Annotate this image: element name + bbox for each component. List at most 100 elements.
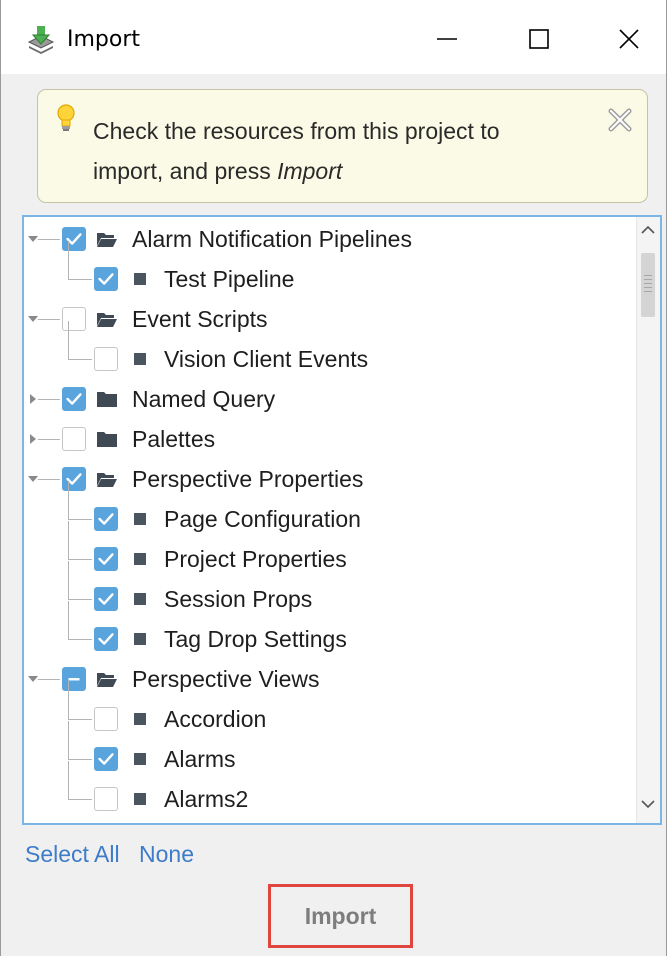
- tree-resource-row[interactable]: Test Pipeline: [24, 241, 636, 299]
- tree-guide-line: [68, 279, 92, 280]
- tree-guide-line: [68, 799, 92, 800]
- select-all-link[interactable]: Select All: [25, 839, 120, 869]
- thumb-grip: [644, 275, 652, 276]
- tree-guide-line: [38, 439, 60, 440]
- expanded-arrow-icon[interactable]: [26, 672, 40, 686]
- collapsed-arrow-icon[interactable]: [26, 432, 40, 446]
- checkbox[interactable]: [94, 347, 118, 371]
- tree-item-label: Named Query: [132, 386, 276, 412]
- lightbulb-icon: [57, 104, 75, 131]
- folder-open-icon: [97, 673, 117, 687]
- tree-category-row[interactable]: Alarm Notification Pipelines: [24, 219, 636, 259]
- resource-icon: [134, 593, 146, 605]
- tree-resource-row[interactable]: Tag Drop Settings: [24, 601, 636, 659]
- folder-open-icon: [97, 473, 117, 487]
- tree-guide-line: [68, 321, 69, 359]
- expanded-arrow-icon[interactable]: [26, 232, 40, 246]
- minimize-icon: [437, 38, 457, 40]
- tree-item-label: Palettes: [132, 426, 216, 452]
- tree-item-label: Alarms: [164, 746, 236, 772]
- tree-guide-line: [68, 761, 69, 799]
- tree-guide-line: [38, 479, 60, 480]
- checkbox[interactable]: [94, 747, 118, 771]
- minimize-button[interactable]: [417, 14, 477, 64]
- folder-open-icon: [97, 233, 117, 247]
- tree-guide-line: [68, 241, 69, 279]
- tree-category-row[interactable]: Perspective Properties: [24, 459, 636, 499]
- checkbox[interactable]: [62, 427, 86, 451]
- thumb-grip: [644, 287, 652, 288]
- checkbox[interactable]: [94, 507, 118, 531]
- checkbox[interactable]: [62, 387, 86, 411]
- title-bar[interactable]: Import: [1, 0, 666, 74]
- thumb-grip: [644, 283, 652, 284]
- tree-guide-line: [68, 639, 92, 640]
- tree-item-label: Vision Client Events: [164, 346, 369, 372]
- tree-item-label: Page Configuration: [164, 506, 361, 532]
- tree-guide-line: [38, 319, 60, 320]
- folder-closed-icon: [97, 432, 117, 447]
- checkbox[interactable]: [94, 707, 118, 731]
- window-title: Import: [67, 27, 141, 52]
- resource-tree[interactable]: Alarm Notification Pipelines Test Pipelin…: [22, 215, 662, 825]
- tree-guide-line: [38, 399, 60, 400]
- checkbox[interactable]: [62, 227, 86, 251]
- resource-icon: [134, 273, 146, 285]
- checkbox[interactable]: [62, 667, 86, 691]
- tree-resource-row[interactable]: Vision Client Events: [24, 321, 636, 379]
- scroll-down-icon[interactable]: [640, 799, 656, 811]
- tree-category-row[interactable]: Event Scripts: [24, 299, 636, 339]
- folder-closed-icon: [97, 392, 117, 407]
- resource-icon: [134, 513, 146, 525]
- dismiss-icon[interactable]: [608, 108, 632, 132]
- tree-item-label: Accordion: [164, 706, 267, 732]
- import-button[interactable]: Import: [268, 884, 413, 948]
- tree-guide-line: [68, 561, 69, 599]
- checkbox[interactable]: [94, 267, 118, 291]
- tree-item-label: Session Props: [164, 586, 313, 612]
- tree-guide-line: [38, 239, 60, 240]
- resource-icon: [134, 553, 146, 565]
- thumb-grip: [644, 279, 652, 280]
- tree-item-label: Project Properties: [164, 546, 347, 572]
- resource-icon: [134, 713, 146, 725]
- maximize-icon: [529, 29, 549, 49]
- checkbox[interactable]: [62, 307, 86, 331]
- checkbox[interactable]: [94, 787, 118, 811]
- close-icon: [619, 29, 639, 49]
- tree-resource-row[interactable]: Page Configuration: [24, 481, 636, 539]
- tree-category-row[interactable]: Palettes: [24, 419, 636, 459]
- tree-guide-line: [68, 601, 69, 639]
- tree-guide-line: [68, 481, 69, 519]
- tree-guide-line: [68, 559, 92, 560]
- checkbox[interactable]: [94, 587, 118, 611]
- checkbox[interactable]: [62, 467, 86, 491]
- checkbox[interactable]: [94, 627, 118, 651]
- tree-item-label: Perspective Views: [132, 666, 320, 692]
- tree-resource-row[interactable]: Accordion: [24, 681, 636, 739]
- info-banner: Check the resources from this project to…: [37, 89, 648, 203]
- select-none-link[interactable]: None: [139, 839, 194, 869]
- tree-guide-line: [68, 681, 69, 719]
- close-button[interactable]: [599, 14, 659, 64]
- expanded-arrow-icon[interactable]: [26, 312, 40, 326]
- tree-category-row[interactable]: Perspective Views: [24, 659, 636, 699]
- tree-resource-row[interactable]: Alarms: [24, 721, 636, 779]
- expanded-arrow-icon[interactable]: [26, 472, 40, 486]
- tree-guide-line: [68, 521, 69, 559]
- tree-resource-row[interactable]: Project Properties: [24, 521, 636, 579]
- collapsed-arrow-icon[interactable]: [26, 392, 40, 406]
- checkbox[interactable]: [94, 547, 118, 571]
- tree-category-row[interactable]: Named Query: [24, 379, 636, 419]
- resource-icon: [134, 353, 146, 365]
- tree-scrollbar[interactable]: [636, 217, 660, 823]
- scroll-up-icon[interactable]: [640, 223, 656, 235]
- tree-guide-line: [68, 359, 92, 360]
- tree-resource-row[interactable]: Alarms2: [24, 761, 636, 819]
- tree-item-label: Alarm Notification Pipelines: [132, 226, 412, 252]
- tree-resource-row[interactable]: Session Props: [24, 561, 636, 619]
- scroll-thumb[interactable]: [641, 253, 655, 317]
- tree-item-label: Perspective Properties: [132, 466, 364, 492]
- folder-open-icon: [97, 313, 117, 327]
- maximize-button[interactable]: [509, 14, 569, 64]
